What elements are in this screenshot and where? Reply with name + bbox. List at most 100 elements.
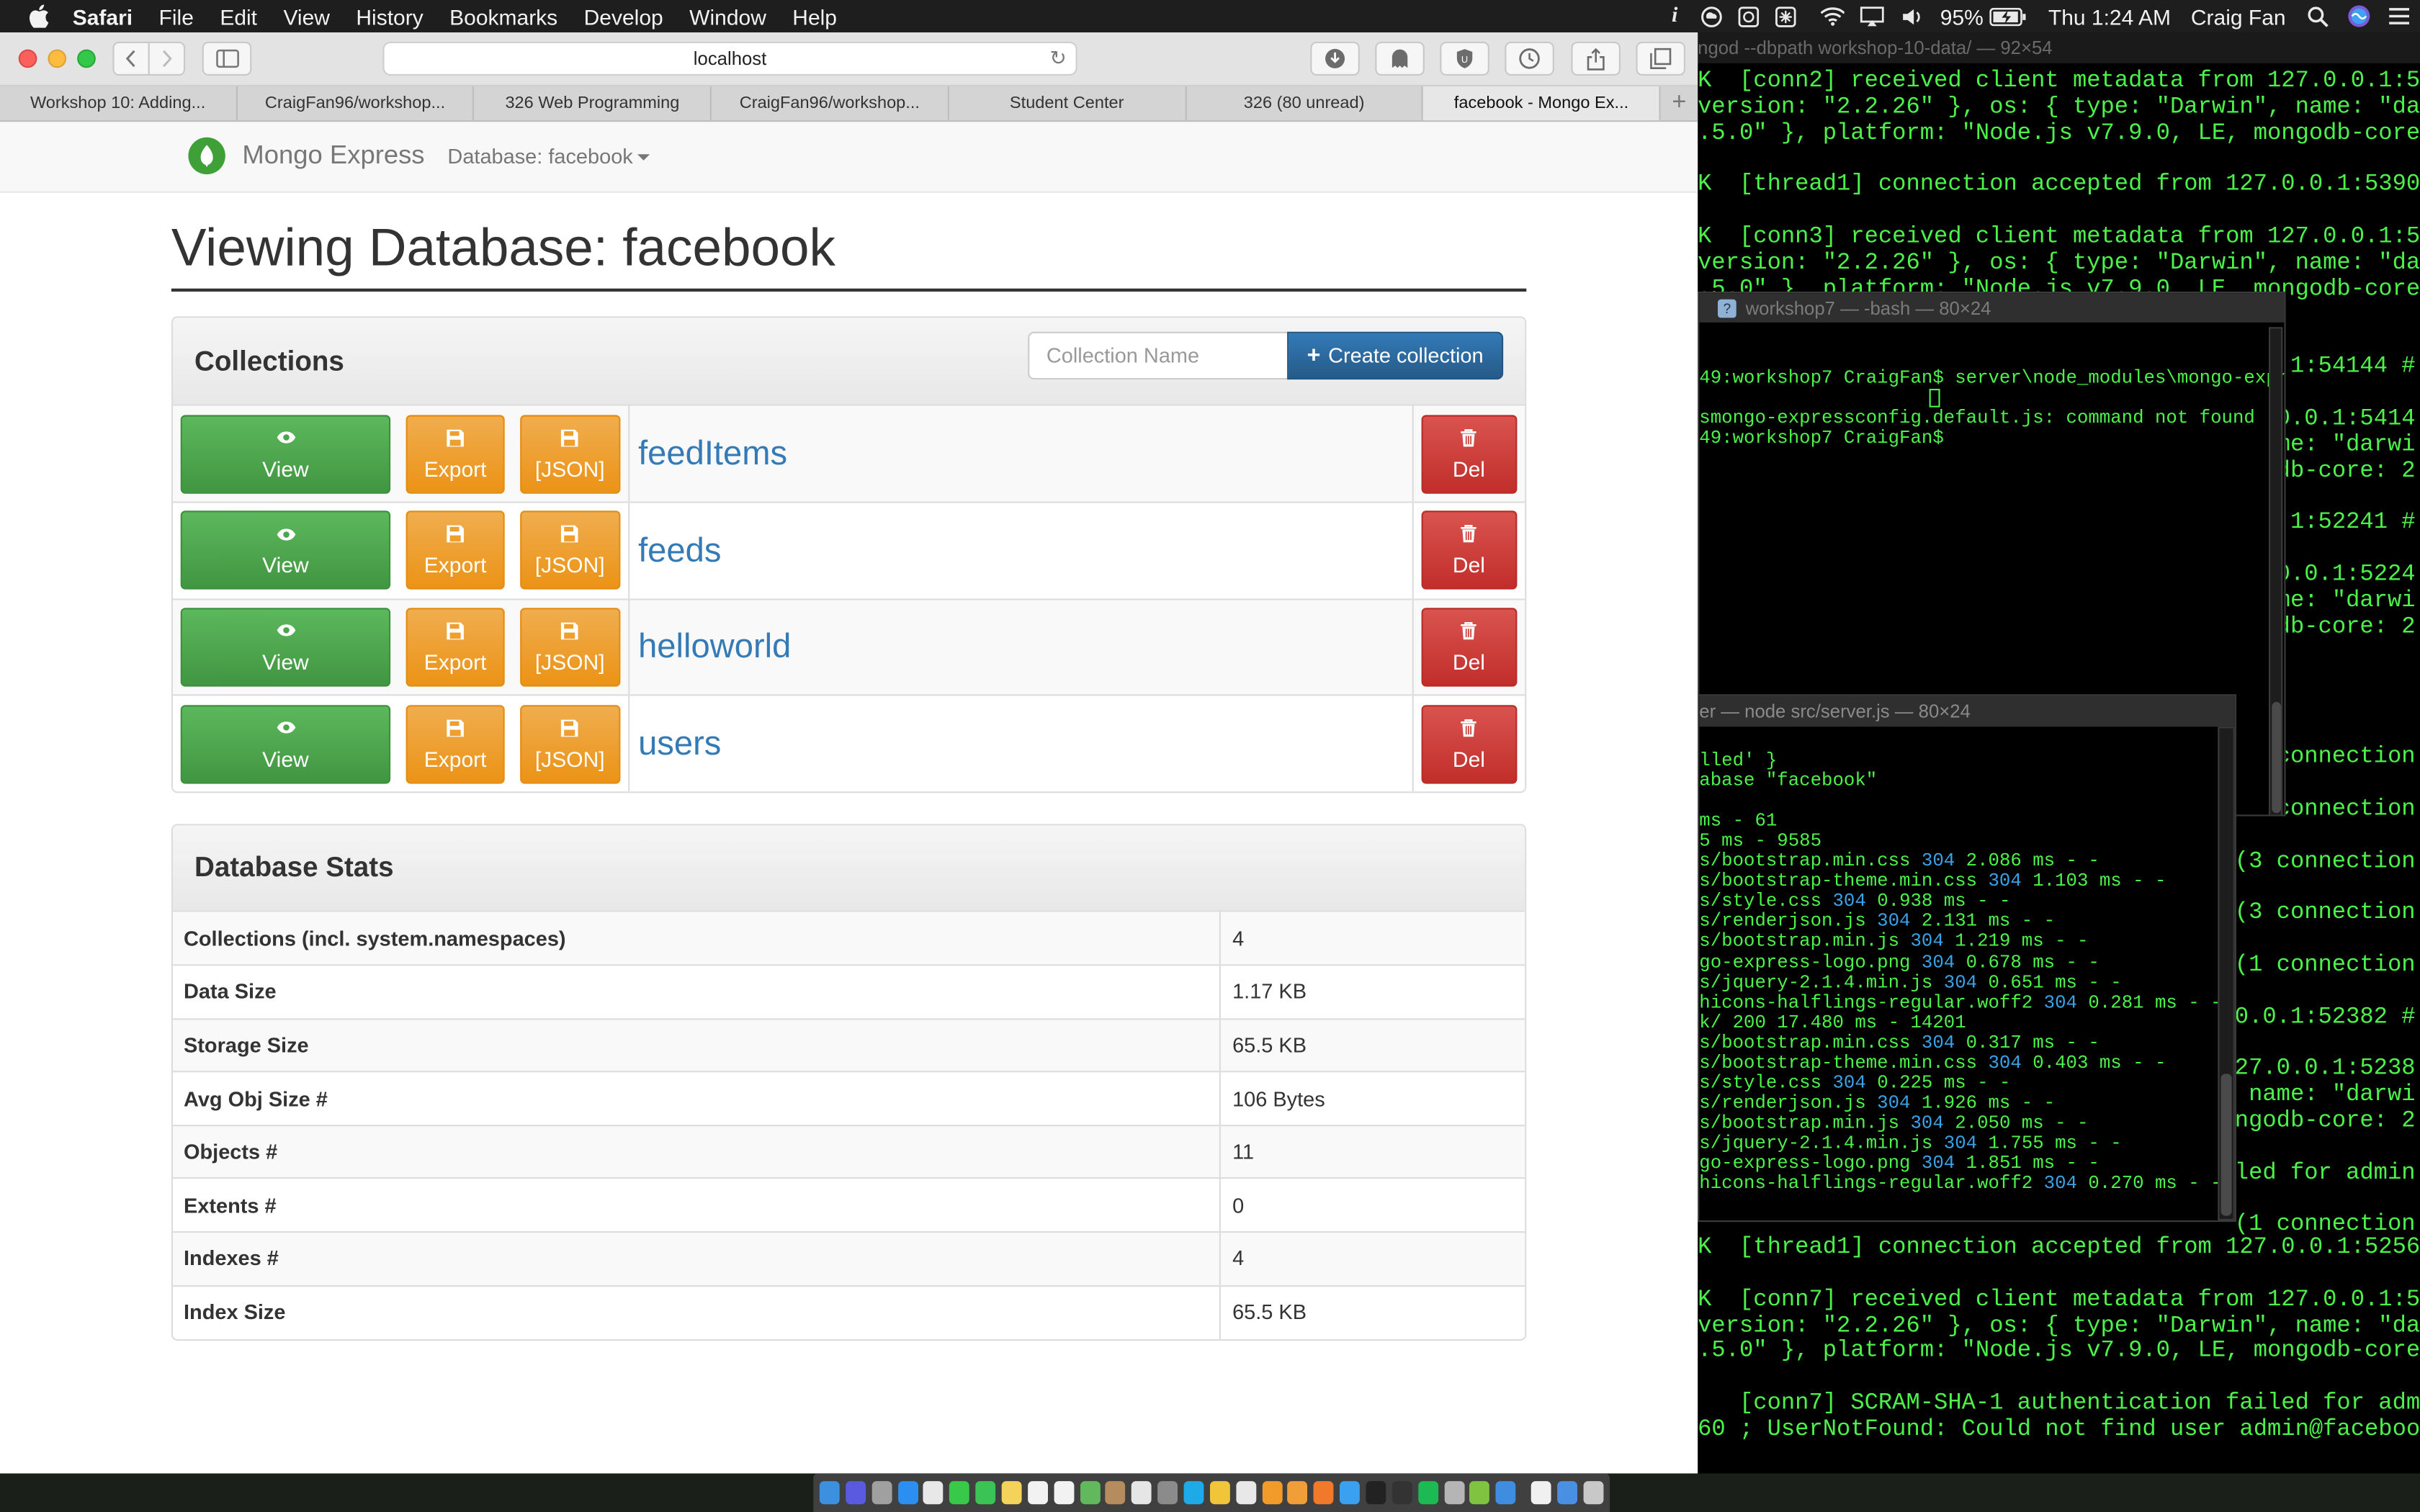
cloud-sync-icon[interactable] xyxy=(1700,6,1724,27)
chrome-icon[interactable] xyxy=(1209,1481,1230,1505)
downloads-button[interactable] xyxy=(1310,41,1360,76)
zoom-window-button[interactable] xyxy=(77,49,96,68)
safari-icon[interactable] xyxy=(1340,1481,1361,1505)
export-collection-button[interactable]: Export xyxy=(405,414,505,493)
collection-name-link[interactable]: feeds xyxy=(637,531,721,570)
menu-edit[interactable]: Edit xyxy=(220,4,257,28)
tab-326-web-programming[interactable]: 326 Web Programming xyxy=(475,86,712,121)
collection-name-link[interactable]: users xyxy=(637,724,721,762)
export-collection-button[interactable]: Export xyxy=(405,607,505,687)
export-json-button[interactable]: [JSON] xyxy=(520,510,620,590)
disk-utility-icon[interactable] xyxy=(1443,1481,1464,1505)
notifications-icon[interactable] xyxy=(2386,6,2411,27)
delete-collection-button[interactable]: Del xyxy=(1420,414,1518,493)
new-tab-button[interactable]: + xyxy=(1661,86,1698,120)
collection-name-link[interactable]: helloworld xyxy=(637,627,791,666)
export-json-button[interactable]: [JSON] xyxy=(520,414,620,493)
facetime-icon[interactable] xyxy=(975,1481,996,1505)
terminal-node-scroll-thumb[interactable] xyxy=(2220,1074,2232,1216)
menu-app-safari[interactable]: Safari xyxy=(73,4,133,28)
app-store-icon[interactable] xyxy=(897,1481,918,1505)
airplay-icon[interactable] xyxy=(1860,6,1884,27)
wifi-icon[interactable] xyxy=(1820,6,1845,27)
itunes-icon[interactable] xyxy=(1235,1481,1256,1505)
menu-bookmarks[interactable]: Bookmarks xyxy=(449,4,557,28)
sublime-icon[interactable] xyxy=(1314,1481,1335,1505)
contacts-icon[interactable] xyxy=(1106,1481,1126,1505)
show-all-tabs-button[interactable] xyxy=(1636,41,1685,76)
close-window-button[interactable] xyxy=(18,49,37,68)
view-collection-button[interactable]: View xyxy=(180,414,391,493)
menu-file[interactable]: File xyxy=(159,4,194,28)
activity-monitor-icon[interactable] xyxy=(1392,1481,1412,1505)
downloads-icon[interactable] xyxy=(1557,1481,1578,1505)
preview-icon[interactable] xyxy=(1131,1481,1152,1505)
settings-gear-icon[interactable] xyxy=(1773,6,1798,27)
delete-collection-button[interactable]: Del xyxy=(1420,510,1518,590)
database-dropdown[interactable]: Database: facebook xyxy=(447,145,650,168)
info-icon[interactable]: i xyxy=(1662,4,1687,27)
skype-icon[interactable] xyxy=(1183,1481,1204,1505)
finder-icon[interactable] xyxy=(819,1481,840,1505)
document-icon[interactable] xyxy=(1531,1481,1551,1505)
launchpad-icon[interactable] xyxy=(871,1481,892,1505)
extension-ghost-button[interactable] xyxy=(1375,41,1425,76)
notes-icon[interactable] xyxy=(1001,1481,1022,1505)
view-collection-button[interactable]: View xyxy=(180,510,391,590)
menu-help[interactable]: Help xyxy=(792,4,837,28)
back-button[interactable] xyxy=(112,41,150,76)
android-icon[interactable] xyxy=(1470,1481,1490,1505)
spotify-icon[interactable] xyxy=(1417,1481,1438,1505)
collection-name-input[interactable]: Collection Name xyxy=(1028,331,1289,380)
delete-collection-button[interactable]: Del xyxy=(1420,704,1518,783)
collection-name-link[interactable]: feedItems xyxy=(637,433,787,472)
terminal-icon[interactable] xyxy=(1366,1481,1386,1505)
export-json-button[interactable]: [JSON] xyxy=(520,704,620,783)
view-collection-button[interactable]: View xyxy=(180,704,391,783)
sidebar-toggle-button[interactable] xyxy=(202,41,252,76)
tab-workshop-10[interactable]: Workshop 10: Adding... xyxy=(0,86,238,121)
share-button[interactable] xyxy=(1571,41,1621,76)
trash-icon[interactable] xyxy=(1583,1481,1604,1505)
menu-clock[interactable]: Thu 1:24 AM xyxy=(2048,4,2171,28)
forward-button[interactable] xyxy=(148,41,186,76)
reminders-icon[interactable] xyxy=(1054,1481,1074,1505)
delete-collection-button[interactable]: Del xyxy=(1420,607,1518,687)
menu-develop[interactable]: Develop xyxy=(584,4,663,28)
export-json-button[interactable]: [JSON] xyxy=(520,607,620,687)
calendar-icon[interactable] xyxy=(1027,1481,1048,1505)
screenshot-icon[interactable] xyxy=(1736,6,1761,27)
tab-student-center[interactable]: Student Center xyxy=(949,86,1186,121)
reload-icon[interactable]: ↻ xyxy=(1049,46,1066,71)
tab-github-workshop-1[interactable]: CraigFan96/workshop... xyxy=(237,86,475,121)
tab-326-unread[interactable]: 326 (80 unread) xyxy=(1186,86,1424,121)
volume-icon[interactable] xyxy=(1900,6,1924,27)
maps-icon[interactable] xyxy=(1080,1481,1100,1505)
tab-github-workshop-2[interactable]: CraigFan96/workshop... xyxy=(712,86,949,121)
search-icon[interactable] xyxy=(2305,6,2330,27)
menu-history[interactable]: History xyxy=(356,4,423,28)
export-collection-button[interactable]: Export xyxy=(405,510,505,590)
history-button[interactable] xyxy=(1505,41,1554,76)
photos-icon[interactable] xyxy=(923,1481,944,1505)
tab-facebook-mongo-express[interactable]: facebook - Mongo Ex... xyxy=(1423,86,1661,121)
navbar-brand[interactable]: Mongo Express xyxy=(188,137,425,175)
address-bar[interactable]: localhost ↻ xyxy=(382,41,1077,76)
apple-menu-icon[interactable] xyxy=(28,4,51,28)
siri-icon[interactable] xyxy=(2346,5,2370,27)
export-collection-button[interactable]: Export xyxy=(405,704,505,783)
menu-view[interactable]: View xyxy=(283,4,329,28)
ibooks-icon[interactable] xyxy=(1262,1481,1282,1505)
create-collection-button[interactable]: + Create collection xyxy=(1287,331,1504,380)
messages-icon[interactable] xyxy=(949,1481,970,1505)
terminal-bash-scroll-thumb[interactable] xyxy=(2272,701,2282,814)
extension-ublock-button[interactable]: U xyxy=(1440,41,1489,76)
battery-charging-icon[interactable] xyxy=(1989,6,2026,27)
pages-icon[interactable] xyxy=(1288,1481,1308,1505)
menu-window[interactable]: Window xyxy=(689,4,766,28)
view-collection-button[interactable]: View xyxy=(180,607,391,687)
xcode-icon[interactable] xyxy=(1496,1481,1516,1505)
minimize-window-button[interactable] xyxy=(48,49,67,68)
system-preferences-icon[interactable] xyxy=(1157,1481,1178,1505)
terminal-node-window[interactable]: er — node src/server.js — 80×24 lled' } a… xyxy=(1698,694,2236,1223)
